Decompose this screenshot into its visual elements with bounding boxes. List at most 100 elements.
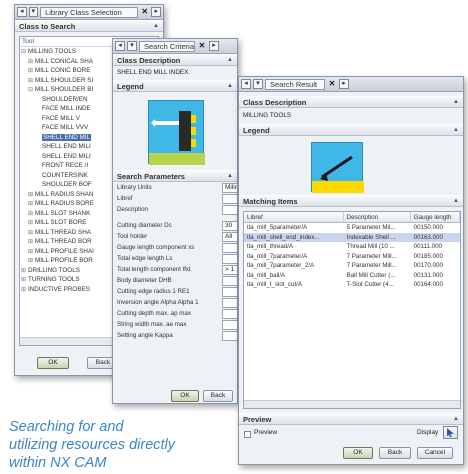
parameter-label: Gauge length component xs — [117, 244, 195, 251]
shell-end-mill-diagram-icon — [149, 111, 205, 165]
dialog2-back-button[interactable]: Back — [203, 390, 233, 402]
tree-item-label: MILL SHOULDER SI — [35, 76, 94, 84]
tree-item-label: TURNING TOOLS — [28, 276, 80, 283]
column-header-description[interactable]: Description — [344, 212, 411, 222]
dropdown-icon[interactable]: ▾ — [28, 7, 39, 17]
tree-item-label: MILLING TOOLS — [28, 48, 77, 55]
collapse-icon[interactable]: ▲ — [227, 83, 233, 89]
parameter-row: Libref — [113, 194, 237, 205]
table-row[interactable]: tla_mill_shell_end_index... Indexable She… — [244, 232, 460, 242]
legend-image — [148, 100, 205, 165]
collapse-icon[interactable]: ▲ — [153, 23, 159, 29]
collapse-icon[interactable]: ▲ — [453, 99, 459, 105]
legend-header[interactable]: Legend ▲ — [113, 80, 237, 92]
search-result-dialog: ◂ ▾ Search Result ✕ ▸ Class Description … — [238, 76, 464, 465]
collapse-icon[interactable]: ▲ — [227, 57, 233, 63]
section-title: Matching Items — [243, 196, 298, 206]
dialog2-ok-button[interactable]: OK — [171, 390, 199, 402]
section-title: Legend — [243, 125, 270, 135]
display-label: Display — [417, 429, 439, 436]
parameter-field[interactable] — [222, 276, 237, 286]
collapse-node-icon[interactable]: ⊟ — [28, 86, 35, 96]
column-header-gauge-length[interactable]: Gauge length — [411, 212, 460, 222]
parameter-field[interactable] — [222, 205, 237, 215]
legend-image — [311, 142, 364, 193]
table-row[interactable]: tla_mill_thread/A Thread Mill (10 ... 0011… — [244, 242, 460, 252]
close-icon[interactable]: ✕ — [197, 41, 207, 51]
class-description-header[interactable]: Class Description ▲ — [239, 96, 463, 108]
dialog3-back-button[interactable]: Back — [379, 447, 411, 459]
parameter-field[interactable] — [222, 287, 237, 297]
tree-item-label: DRILLING TOOLS — [28, 266, 80, 274]
collapse-node-icon[interactable]: ⊟ — [21, 48, 28, 58]
collapse-icon[interactable]: ▲ — [227, 173, 233, 179]
close-icon[interactable]: ✕ — [140, 7, 149, 17]
tree-item-label: FACE MILL INDE — [42, 105, 91, 112]
dropdown-icon[interactable]: ▾ — [253, 79, 263, 89]
parameter-row: Body diameter DHB — [113, 276, 237, 287]
tree-item-label: COUNTERSINK — [42, 171, 88, 179]
gauge-length-cell: 00164.000 — [413, 281, 443, 288]
legend-header[interactable]: Legend ▲ — [239, 124, 463, 136]
table-horizontal-scrollbar[interactable] — [244, 400, 460, 408]
preview-header[interactable]: Preview ▲ — [239, 413, 463, 425]
parameter-field[interactable] — [222, 254, 237, 264]
parameter-field[interactable]: All — [222, 232, 237, 242]
dialog3-ok-button[interactable]: OK — [343, 447, 373, 459]
gauge-length-cell: 00111.000 — [413, 243, 443, 250]
section-title: Preview — [243, 414, 272, 424]
gauge-length-cell: 00131.000 — [413, 271, 443, 279]
class-description-header[interactable]: Class Description ▲ — [113, 54, 237, 66]
parameter-field[interactable] — [222, 320, 237, 330]
dropdown-icon[interactable]: ▾ — [127, 41, 137, 51]
description-cell: 7 Parameter Mill... — [346, 252, 397, 260]
parameter-row: Library Units Milim — [113, 183, 237, 194]
matching-items-header[interactable]: Matching Items ▲ — [239, 195, 463, 207]
dialog1-ok-button[interactable]: OK — [37, 357, 69, 369]
expand-node-icon[interactable]: ⊞ — [21, 286, 28, 296]
menu-icon[interactable]: ◂ — [115, 41, 125, 51]
parameter-field[interactable] — [222, 298, 237, 308]
search-parameters-header[interactable]: Search Parameters ▲ — [113, 170, 237, 182]
parameter-label: Total length component lfxt — [117, 266, 191, 273]
dialog1-titlebar[interactable]: ◂ ▾ Library Class Selection ✕ ▸ — [15, 5, 163, 20]
display-button[interactable] — [443, 426, 458, 439]
libref-cell: tla_mill_7parameter/A — [247, 252, 308, 260]
parameter-field[interactable]: 30 — [222, 221, 237, 231]
preview-checkbox[interactable] — [244, 431, 251, 438]
collapse-icon[interactable]: ▲ — [453, 127, 459, 133]
collapse-icon[interactable]: ▲ — [453, 198, 459, 204]
table-row[interactable]: tla_mill_7parameter/A 7 Parameter Mill...… — [244, 252, 460, 262]
parameter-field[interactable] — [222, 194, 237, 204]
table-row[interactable]: tla_mill_5parameter/A 5 Parameter Mil... 0… — [244, 223, 460, 233]
dialog3-titlebar[interactable]: ◂ ▾ Search Result ✕ ▸ — [239, 77, 463, 92]
close-icon[interactable]: ✕ — [327, 79, 337, 89]
gauge-length-cell: 00150.000 — [413, 224, 443, 231]
tree-item-label: MILL PROFILE BOR — [35, 257, 93, 264]
tree-item-label: MILL SHOULDER BI — [35, 86, 94, 93]
parameter-field[interactable] — [222, 331, 237, 341]
parameter-field[interactable]: > 1 — [222, 265, 237, 275]
arrow-right-icon[interactable]: ▸ — [151, 7, 161, 17]
collapse-icon[interactable]: ▲ — [453, 416, 459, 422]
parameter-row: Gauge length component xs — [113, 243, 237, 254]
class-to-search-section-header[interactable]: Class to Search ▲ — [15, 20, 163, 32]
dialog2-titlebar[interactable]: ◂ ▾ Search Criteria ✕ ▸ — [113, 39, 237, 54]
arrow-right-icon[interactable]: ▸ — [209, 41, 219, 51]
table-row[interactable]: tla_mill_ball/A Ball Mill Cutter (... 0013… — [244, 271, 460, 281]
table-row[interactable]: tla_mill_7parameter_2/A 7 Parameter Mill.… — [244, 261, 460, 271]
dialog3-cancel-button[interactable]: Cancel — [417, 447, 453, 459]
column-header-libref[interactable]: Libref — [244, 212, 344, 222]
parameter-field[interactable]: Milim — [222, 183, 237, 193]
parameter-field[interactable] — [222, 243, 237, 253]
table-row[interactable]: tla_mill_t_slot_cut/A T-Slot Cutter (4...… — [244, 280, 460, 290]
arrow-right-icon[interactable]: ▸ — [339, 79, 349, 89]
milling-tool-diagram-icon — [312, 155, 364, 193]
menu-icon[interactable]: ◂ — [241, 79, 251, 89]
libref-cell: tla_mill_t_slot_cut/A — [247, 281, 303, 288]
tree-item-label: MILL CONIC BORE — [35, 67, 91, 74]
menu-icon[interactable]: ◂ — [17, 7, 27, 17]
parameter-label: Description — [117, 206, 148, 213]
parameter-field[interactable] — [222, 309, 237, 319]
parameter-label: Total edge length Ls — [117, 255, 173, 262]
